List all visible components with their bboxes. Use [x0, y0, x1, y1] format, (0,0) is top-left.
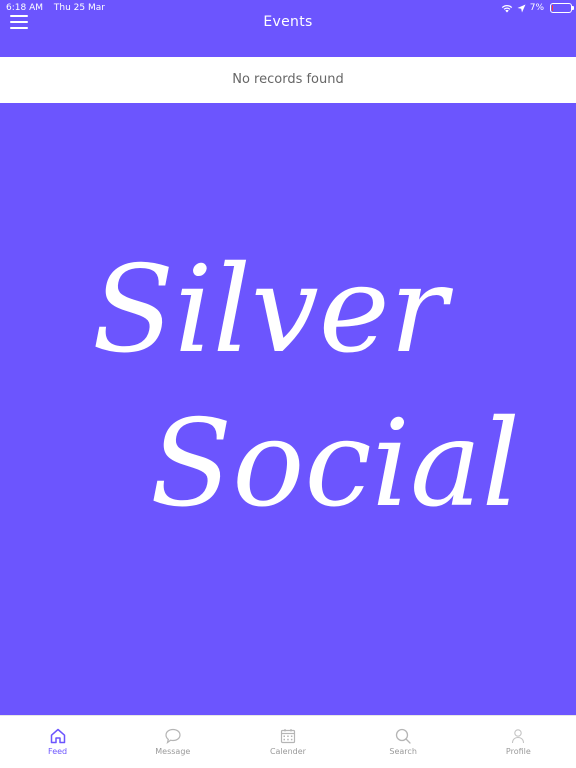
tab-feed[interactable]: Feed [0, 716, 115, 768]
search-icon [396, 728, 411, 744]
chat-bubble-icon [165, 728, 181, 744]
tab-label: Profile [505, 747, 531, 756]
tab-calender[interactable]: Calender [230, 716, 345, 768]
app-screen: 6:18 AM Thu 25 Mar 7% Events No records … [0, 0, 576, 768]
profile-icon [512, 729, 525, 744]
calendar-icon [280, 729, 296, 744]
page-title: Events [263, 14, 313, 30]
tab-search[interactable]: Search [346, 716, 461, 768]
tab-label: Feed [48, 747, 68, 756]
home-icon [50, 728, 65, 744]
nav-bar: Events [0, 0, 576, 57]
tab-profile[interactable]: Profile [461, 716, 576, 768]
tab-label: Message [155, 747, 191, 756]
tab-bar: Feed Message Calender Search Profile [0, 715, 576, 768]
silver-social-logo: Silver Social [0, 103, 576, 715]
logo-line-silver: Silver [92, 241, 454, 380]
tab-label: Search [389, 747, 417, 756]
tab-label: Calender [269, 747, 306, 756]
tab-message[interactable]: Message [115, 716, 230, 768]
empty-records-message: No records found [0, 57, 576, 103]
logo-line-social: Social [150, 395, 520, 534]
